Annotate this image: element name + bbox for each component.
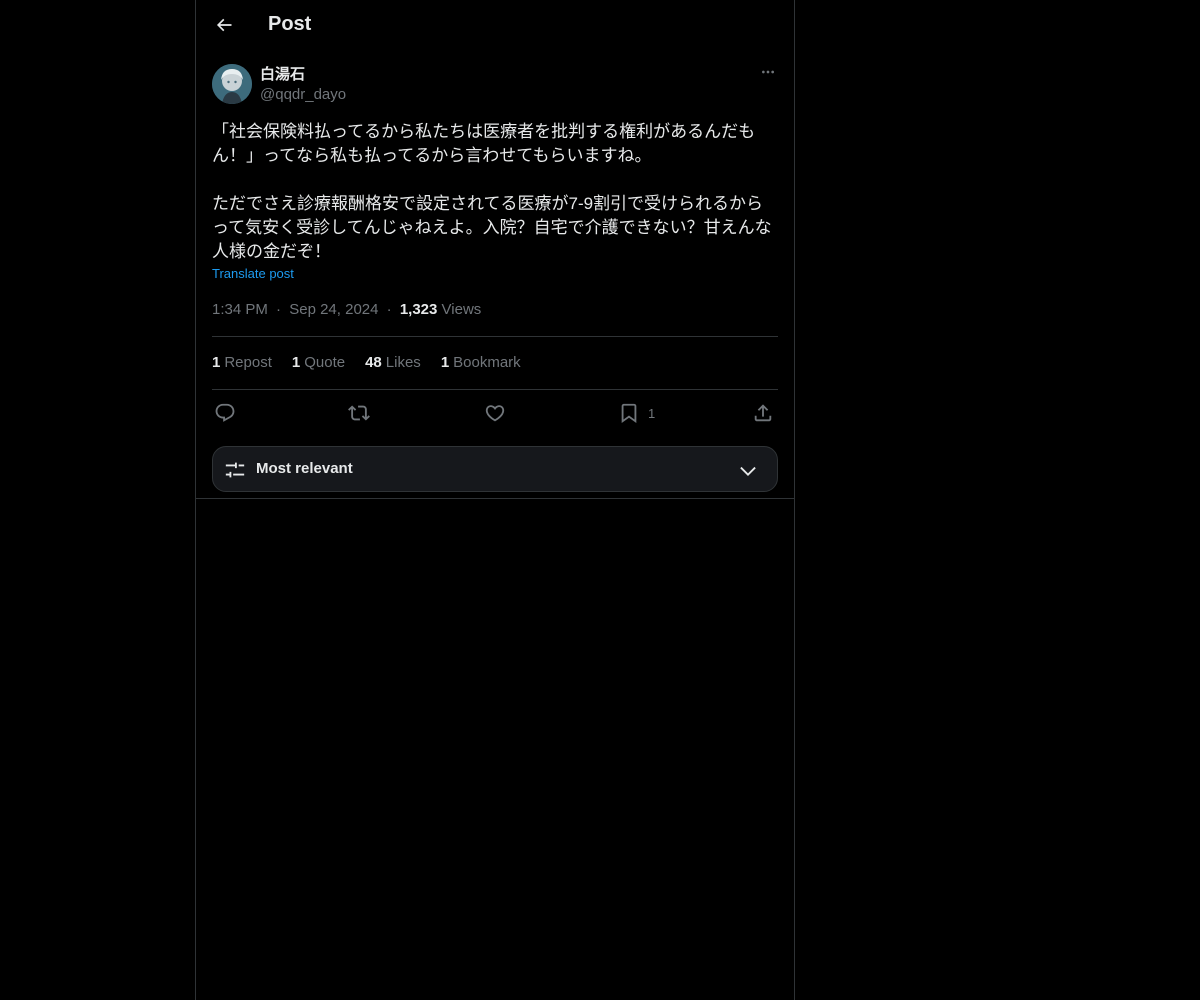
- action-bar: 1: [212, 400, 778, 426]
- divider: [212, 389, 778, 390]
- stat-reposts[interactable]: 1 Repost: [212, 354, 272, 371]
- divider: [212, 336, 778, 337]
- author-handle[interactable]: @qqdr_dayo: [260, 85, 346, 105]
- post-text: 「社会保険料払ってるから私たちは医療者を批判する権利があるんだもん！」ってなら私…: [212, 122, 772, 261]
- stat-bookmarks[interactable]: 1 Bookmark: [441, 354, 521, 371]
- like-button[interactable]: [484, 400, 506, 426]
- back-button[interactable]: [208, 11, 240, 43]
- views-label: Views: [441, 301, 482, 318]
- heart-icon: [484, 402, 506, 424]
- share-icon: [752, 402, 774, 424]
- main-column: Post 白湯石 @qqdr_dayo 「社会保険料払ってるから私たちは医療者を…: [195, 0, 795, 1000]
- sliders-icon: [224, 459, 246, 481]
- chevron-down-icon: [737, 460, 759, 482]
- views-count: 1,323: [399, 301, 438, 318]
- reply-icon: [214, 402, 236, 424]
- arrow-left-icon: [214, 15, 234, 40]
- reply-button[interactable]: [214, 400, 236, 426]
- bookmark-count: 1: [648, 405, 656, 421]
- post-meta: 1:34 PM · Sep 24, 2024 · 1,323 Views: [212, 301, 481, 318]
- author-block: 白湯石 @qqdr_dayo: [260, 65, 346, 105]
- divider: [196, 498, 794, 499]
- repost-button[interactable]: [348, 400, 370, 426]
- page-title: Post: [268, 13, 312, 35]
- author-display-name[interactable]: 白湯石: [260, 65, 346, 85]
- more-dots-icon: [760, 64, 776, 85]
- post-header: Post: [196, 0, 794, 54]
- share-button[interactable]: [752, 400, 774, 426]
- repost-icon: [348, 402, 370, 424]
- bookmark-icon: [618, 402, 640, 424]
- sort-label: Most relevant: [256, 460, 353, 477]
- post-date[interactable]: Sep 24, 2024: [289, 301, 378, 318]
- meta-separator: ·: [386, 301, 392, 318]
- post-time[interactable]: 1:34 PM: [212, 301, 268, 318]
- more-options-button[interactable]: [758, 64, 778, 84]
- reply-sort-dropdown[interactable]: Most relevant: [212, 446, 778, 492]
- stat-likes[interactable]: 48 Likes: [365, 354, 421, 371]
- post-stats: 1 Repost 1 Quote 48 Likes 1 Bookmark: [212, 354, 521, 371]
- stat-quotes[interactable]: 1 Quote: [292, 354, 345, 371]
- meta-separator: ·: [276, 301, 282, 318]
- translate-post-link[interactable]: Translate post: [212, 266, 294, 281]
- bookmark-button[interactable]: 1: [618, 400, 655, 426]
- avatar[interactable]: [212, 64, 252, 104]
